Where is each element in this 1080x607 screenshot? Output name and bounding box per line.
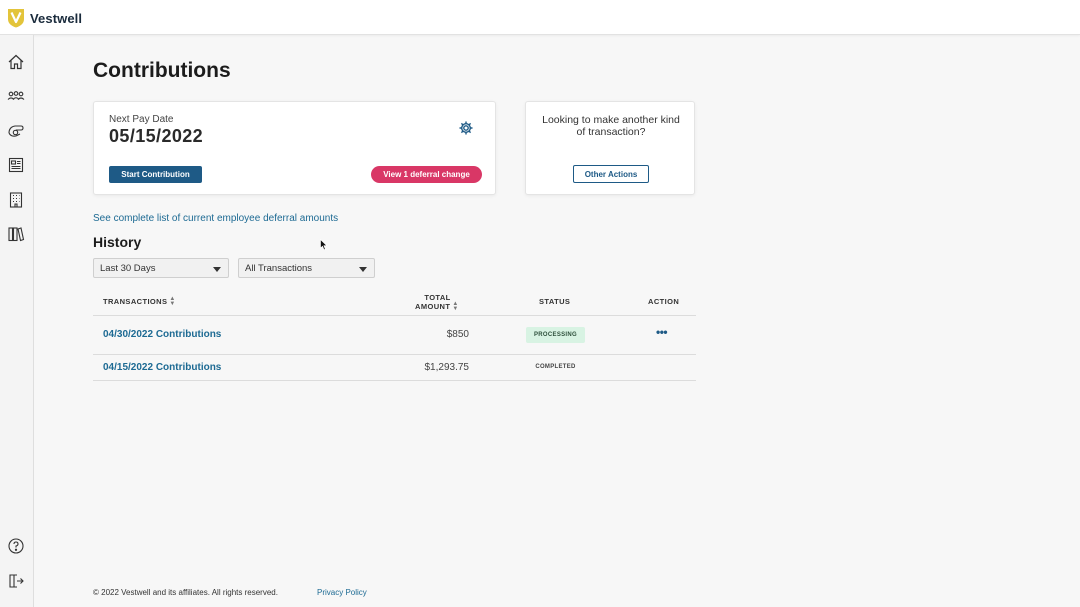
transaction-type-value: All Transactions [245, 263, 313, 274]
pay-date-card: Next Pay Date 05/15/2022 Start Contribut… [93, 101, 496, 195]
history-heading: History [93, 234, 142, 250]
row-divider [93, 380, 696, 381]
chevron-down-icon [359, 267, 367, 272]
sidebar [0, 35, 34, 607]
sort-icon: ▲ ▼ [452, 301, 459, 313]
library-icon [8, 227, 25, 242]
column-header-amount-label: AMOUNT [415, 302, 451, 311]
sidebar-item-logout[interactable] [6, 571, 26, 591]
chevron-down-icon [213, 267, 221, 272]
mouse-cursor-icon [320, 239, 328, 251]
brand-name: Vestwell [30, 10, 83, 26]
transaction-amount: $850 [446, 329, 469, 340]
column-header-transactions-label: TRANSACTIONS [103, 297, 168, 306]
sidebar-item-contributions[interactable] [6, 121, 26, 141]
column-header-transactions[interactable]: TRANSACTIONS ▲ ▼ [103, 296, 176, 308]
sidebar-item-documents[interactable] [6, 155, 26, 175]
sidebar-item-home[interactable] [6, 52, 26, 72]
other-actions-button[interactable]: Other Actions [573, 165, 649, 183]
other-transaction-question: Looking to make another kind of transact… [542, 114, 680, 138]
column-header-action: ACTION [648, 297, 680, 306]
column-header-amount-line: AMOUNT ▲ ▼ [415, 301, 459, 313]
status-badge: COMPLETED [535, 364, 576, 370]
start-contribution-button[interactable]: Start Contribution [109, 166, 202, 183]
deferral-amounts-link[interactable]: See complete list of current employee de… [93, 213, 338, 224]
transaction-link[interactable]: 04/15/2022 Contributions [103, 362, 221, 373]
status-badge: PROCESSING [526, 327, 585, 343]
more-actions-button[interactable]: ••• [656, 325, 668, 339]
column-header-total-amount[interactable]: TOTAL AMOUNT ▲ ▼ [415, 293, 459, 312]
sidebar-item-people[interactable] [6, 86, 26, 106]
date-range-value: Last 30 Days [100, 263, 156, 274]
page-title: Contributions [93, 59, 231, 82]
table-row: 04/15/2022 Contributions $1,293.75 COMPL… [93, 355, 696, 381]
column-header-status: STATUS [539, 297, 571, 306]
vestwell-logo-icon [8, 9, 24, 28]
sidebar-item-company[interactable] [6, 190, 26, 210]
transaction-amount: $1,293.75 [424, 362, 470, 373]
sidebar-item-library[interactable] [6, 224, 26, 244]
vestwell-logo[interactable]: Vestwell [7, 8, 82, 28]
other-actions-card: Looking to make another kind of transact… [525, 101, 695, 195]
sort-icon: ▲ ▼ [169, 296, 176, 308]
logout-icon [9, 574, 24, 588]
help-icon [8, 538, 24, 554]
next-pay-date-label: Next Pay Date [109, 114, 174, 125]
document-icon [8, 157, 24, 173]
contributions-icon [8, 125, 24, 137]
footer-copyright: © 2022 Vestwell and its affiliates. All … [93, 588, 278, 597]
privacy-policy-link[interactable]: Privacy Policy [317, 588, 367, 597]
transaction-type-select[interactable]: All Transactions [238, 258, 375, 278]
transaction-link[interactable]: 04/30/2022 Contributions [103, 329, 221, 340]
next-pay-date-value: 05/15/2022 [109, 126, 204, 146]
top-bar: Vestwell [0, 0, 1080, 35]
view-deferral-change-button[interactable]: View 1 deferral change [371, 166, 482, 183]
building-icon [9, 192, 23, 208]
table-row: 04/30/2022 Contributions $850 PROCESSING… [93, 316, 696, 355]
people-icon [7, 91, 25, 100]
date-range-select[interactable]: Last 30 Days [93, 258, 229, 278]
home-icon [8, 54, 24, 70]
gear-icon[interactable] [458, 120, 474, 136]
sidebar-item-help[interactable] [6, 536, 26, 556]
